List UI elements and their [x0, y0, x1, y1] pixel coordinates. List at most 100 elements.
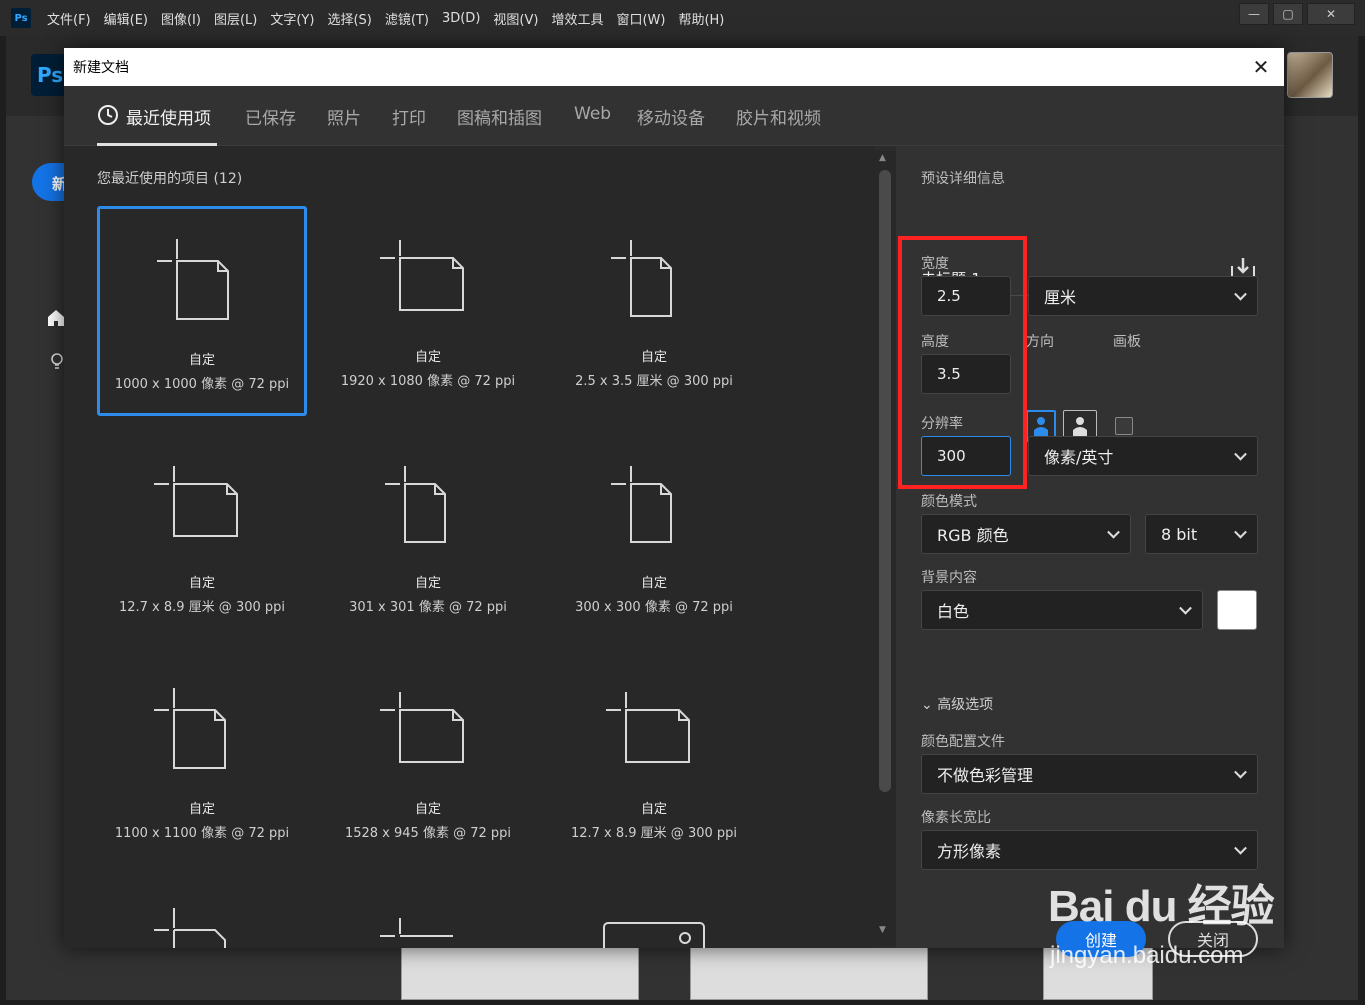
color-profile-label: 颜色配置文件: [921, 734, 1005, 750]
document-icon: [154, 688, 226, 769]
menu-bar: Ps 文件(F) 编辑(E) 图像(I) 图层(L) 文字(Y) 选择(S) 滤…: [0, 0, 1365, 36]
document-landscape-icon[interactable]: [373, 916, 483, 948]
home-recent-thumbnail[interactable]: [690, 947, 928, 1000]
dialog-titlebar: 新建文档 ✕: [64, 48, 1284, 86]
document-portrait-icon: [385, 466, 446, 543]
chevron-down-icon: [1234, 765, 1247, 779]
menu-edit[interactable]: 编辑(E): [104, 9, 148, 28]
preset-size: 2.5 x 3.5 厘米 @ 300 ppi: [575, 374, 733, 389]
minimize-button[interactable]: —: [1239, 3, 1269, 25]
preset-name: 自定: [188, 353, 215, 368]
preset-name: 自定: [414, 350, 441, 365]
preset-name: 自定: [414, 576, 441, 591]
dialog-close-icon[interactable]: ✕: [1248, 54, 1274, 80]
home-icon[interactable]: [46, 308, 66, 328]
recent-presets-pane: 您最近使用的项目 (12) 自定 1000 x 1000 像素 @ 72 ppi…: [64, 146, 874, 948]
maximize-button[interactable]: ▢: [1273, 3, 1303, 25]
avatar[interactable]: [1287, 52, 1333, 98]
tab-photo[interactable]: 照片: [327, 104, 361, 129]
chevron-down-icon: [1179, 601, 1192, 615]
window-close-button[interactable]: ✕: [1307, 3, 1355, 25]
preset-size: 300 x 300 像素 @ 72 ppi: [575, 600, 733, 615]
tab-saved[interactable]: 已保存: [245, 104, 296, 129]
preset-card[interactable]: 自定 2.5 x 3.5 厘米 @ 300 ppi: [549, 206, 759, 416]
preset-card[interactable]: 自定 301 x 301 像素 @ 72 ppi: [323, 432, 533, 642]
document-landscape-icon: [380, 692, 464, 763]
unit-select[interactable]: 厘米: [1028, 276, 1258, 316]
preset-tabs: 最近使用项 已保存 照片 打印 图稿和插图 Web 移动设备 胶片和视频: [64, 86, 1284, 146]
clock-icon: [98, 105, 118, 125]
tab-recent[interactable]: 最近使用项: [126, 104, 211, 129]
color-mode-label: 颜色模式: [921, 494, 977, 510]
document-portrait-icon: [611, 466, 672, 543]
bit-depth-select[interactable]: 8 bit: [1145, 514, 1258, 554]
bit-depth-value: 8 bit: [1161, 524, 1198, 544]
tab-film-video[interactable]: 胶片和视频: [736, 104, 821, 129]
pixel-aspect-value: 方形像素: [937, 842, 1002, 861]
preset-size: 1000 x 1000 像素 @ 72 ppi: [114, 377, 290, 392]
menu-plugins[interactable]: 增效工具: [551, 9, 603, 28]
watermark-url: jingyan.baidu.com: [1050, 942, 1244, 969]
tab-art-illustration[interactable]: 图稿和插图: [457, 104, 542, 129]
background-label: 背景内容: [921, 570, 977, 586]
preset-name: 自定: [188, 576, 215, 591]
document-landscape-icon: [380, 240, 464, 311]
menu-view[interactable]: 视图(V): [493, 9, 538, 28]
menu-image[interactable]: 图像(I): [161, 9, 201, 28]
artboard-label: 画板: [1113, 334, 1141, 350]
document-icon[interactable]: [147, 906, 257, 948]
photoshop-logo-icon: Ps: [11, 8, 31, 28]
pixel-aspect-label: 像素长宽比: [921, 810, 991, 826]
chevron-down-icon: [1234, 287, 1247, 301]
window-controls: — ▢ ✕: [1239, 3, 1355, 25]
preset-card[interactable]: 自定 1920 x 1080 像素 @ 72 ppi: [323, 206, 533, 416]
color-profile-select[interactable]: 不做色彩管理: [921, 754, 1258, 794]
menu-select[interactable]: 选择(S): [327, 9, 371, 28]
scrollbar-thumb[interactable]: [879, 170, 891, 792]
document-portrait-icon: [611, 240, 672, 317]
background-color-swatch[interactable]: [1217, 590, 1257, 630]
preset-card[interactable]: 自定 1000 x 1000 像素 @ 72 ppi: [97, 206, 307, 416]
preset-name: 自定: [640, 802, 667, 817]
preset-card[interactable]: 自定 12.7 x 8.9 厘米 @ 300 ppi: [97, 432, 307, 642]
tab-print[interactable]: 打印: [392, 104, 426, 129]
highlight-box: [898, 236, 1027, 489]
tab-web[interactable]: Web: [574, 104, 611, 124]
artboard-checkbox[interactable]: [1115, 417, 1133, 435]
tab-mobile[interactable]: 移动设备: [637, 104, 705, 129]
menu-layer[interactable]: 图层(L): [214, 9, 257, 28]
new-document-dialog: 新建文档 ✕ 最近使用项 已保存 照片 打印 图稿和插图 Web 移动设备 胶片…: [64, 48, 1284, 957]
preset-card[interactable]: 自定 1100 x 1100 像素 @ 72 ppi: [97, 658, 307, 868]
preset-size: 1920 x 1080 像素 @ 72 ppi: [340, 374, 516, 389]
preset-name: 自定: [414, 802, 441, 817]
preset-size: 12.7 x 8.9 厘米 @ 300 ppi: [118, 600, 286, 615]
color-profile-value: 不做色彩管理: [937, 766, 1034, 785]
scroll-down-icon[interactable]: ▼: [879, 925, 886, 935]
details-title: 预设详细信息: [921, 171, 1005, 187]
menu-file[interactable]: 文件(F): [47, 9, 91, 28]
menu-window[interactable]: 窗口(W): [616, 9, 665, 28]
menu-type[interactable]: 文字(Y): [270, 9, 314, 28]
home-recent-thumbnail[interactable]: [401, 947, 639, 1000]
device-icon[interactable]: [599, 918, 709, 948]
preset-name: 自定: [188, 802, 215, 817]
preset-size: 1100 x 1100 像素 @ 72 ppi: [114, 826, 290, 841]
document-icon: [157, 239, 229, 320]
preset-card[interactable]: 自定 1528 x 945 像素 @ 72 ppi: [323, 658, 533, 868]
color-mode-select[interactable]: RGB 颜色: [921, 514, 1131, 554]
preset-card[interactable]: 自定 300 x 300 像素 @ 72 ppi: [549, 432, 759, 642]
scroll-up-icon[interactable]: ▲: [879, 153, 886, 163]
unit-select-value: 厘米: [1044, 288, 1077, 307]
advanced-options-toggle[interactable]: ⌄ 高级选项: [921, 694, 993, 714]
chevron-down-icon: [1234, 447, 1247, 461]
menu-help[interactable]: 帮助(H): [678, 9, 724, 28]
menu-filter[interactable]: 滤镜(T): [385, 9, 429, 28]
background-select[interactable]: 白色: [921, 590, 1203, 630]
preset-size: 301 x 301 像素 @ 72 ppi: [349, 600, 507, 615]
preset-card[interactable]: 自定 12.7 x 8.9 厘米 @ 300 ppi: [549, 658, 759, 868]
menu-3d[interactable]: 3D(D): [442, 11, 480, 26]
resolution-unit-select[interactable]: 像素/英寸: [1028, 436, 1258, 476]
person-landscape-icon: [1073, 417, 1087, 437]
orientation-label: 方向: [1026, 334, 1054, 350]
chevron-down-icon: ⌄: [921, 697, 933, 713]
